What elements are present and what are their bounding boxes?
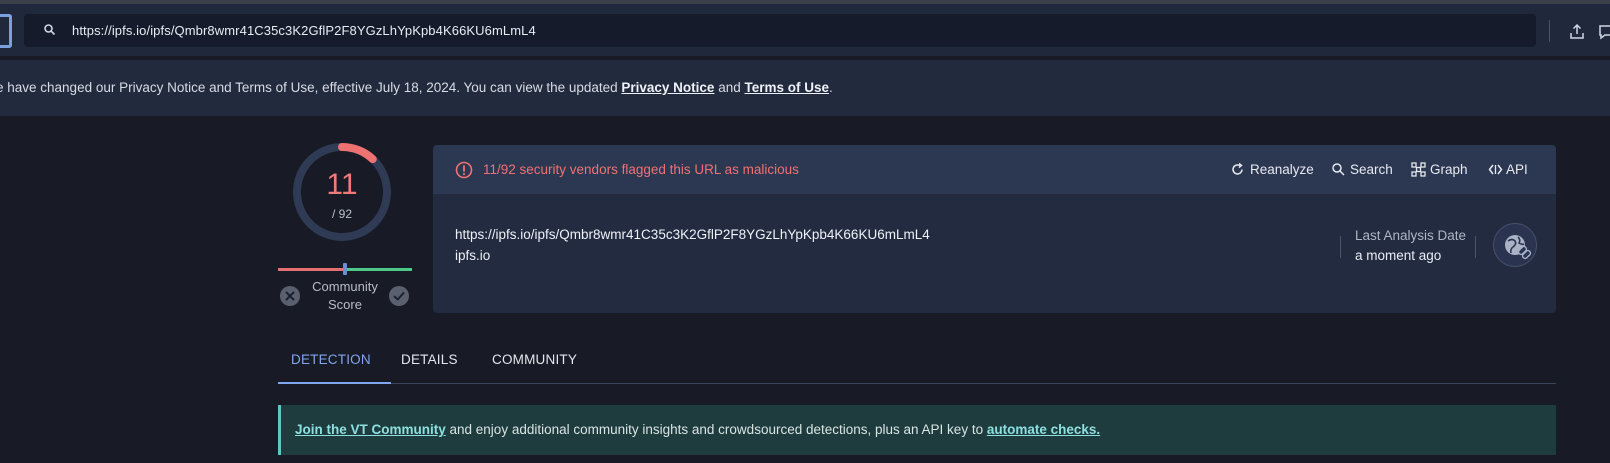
share-icon[interactable] — [1568, 23, 1586, 41]
chat-icon[interactable] — [1598, 23, 1610, 41]
card-header: 11/92 security vendors flagged this URL … — [433, 145, 1556, 194]
browser-toolbar: https://ipfs.io/ipfs/Qmbr8wmr41C35c3K2Gf… — [0, 0, 1610, 56]
card-divider — [1475, 236, 1476, 258]
last-analysis-value: a moment ago — [1355, 248, 1442, 263]
api-icon — [1488, 164, 1503, 175]
last-analysis-label: Last Analysis Date — [1355, 228, 1467, 243]
scanned-url: https://ipfs.io/ipfs/Qmbr8wmr41C35c3K2Gf… — [455, 227, 930, 242]
graph-icon — [1411, 162, 1426, 177]
report-tabs: DETECTION DETAILS COMMUNITY — [278, 340, 1556, 384]
address-bar[interactable]: https://ipfs.io/ipfs/Qmbr8wmr41C35c3K2Gf… — [24, 14, 1536, 47]
alert-circle-icon — [455, 161, 473, 179]
toolbar-divider — [1549, 20, 1550, 42]
search-button[interactable]: Search — [1350, 162, 1393, 177]
terms-of-use-link[interactable]: Terms of Use — [744, 80, 829, 95]
community-score-negative — [278, 268, 345, 271]
community-invite-text: Join the VT Community and enjoy addition… — [295, 422, 1100, 437]
vendor-total: / 92 — [331, 207, 352, 221]
privacy-notice-banner: e have changed our Privacy Notice and Te… — [0, 60, 1610, 116]
community-score-label-line2: Score — [328, 297, 362, 312]
api-button[interactable]: API — [1506, 162, 1528, 177]
x-icon — [285, 291, 295, 301]
notice-prefix: e have changed our Privacy Notice and Te… — [0, 80, 622, 95]
community-score-marker — [343, 263, 347, 275]
search-icon — [1332, 163, 1345, 176]
scanned-domain[interactable]: ipfs.io — [455, 248, 490, 263]
globe-link-icon — [1505, 235, 1532, 260]
card-divider — [1340, 236, 1341, 258]
tab-detection[interactable]: DETECTION — [291, 352, 371, 367]
graph-button[interactable]: Graph — [1430, 162, 1468, 177]
community-score-bar — [278, 263, 412, 275]
privacy-notice-text: e have changed our Privacy Notice and Te… — [0, 80, 833, 95]
vote-malicious-button[interactable] — [280, 286, 300, 306]
notice-suffix: . — [829, 80, 833, 95]
community-invite-banner: Join the VT Community and enjoy addition… — [278, 405, 1556, 455]
automate-checks-link[interactable]: automate checks. — [987, 422, 1100, 437]
community-score-label-line1: Community — [312, 279, 378, 294]
url-summary-card: 11/92 security vendors flagged this URL … — [433, 145, 1556, 313]
browser-tab[interactable] — [0, 14, 12, 48]
address-bar-url[interactable]: https://ipfs.io/ipfs/Qmbr8wmr41C35c3K2Gf… — [72, 23, 536, 38]
notice-middle: and — [714, 80, 745, 95]
vote-harmless-button[interactable] — [389, 286, 409, 306]
active-tab-indicator — [278, 382, 391, 384]
tab-community[interactable]: COMMUNITY — [492, 352, 577, 367]
privacy-notice-link[interactable]: Privacy Notice — [621, 80, 714, 95]
url-type-badge — [1493, 223, 1537, 267]
banner-middle: and enjoy additional community insights … — [445, 422, 987, 437]
detection-score-gauge: 11 / 92 — [290, 140, 394, 244]
join-community-link[interactable]: Join the VT Community — [295, 422, 446, 437]
community-score-label: Community Score — [300, 278, 390, 314]
malicious-flag-text: 11/92 security vendors flagged this URL … — [483, 162, 799, 177]
tab-details[interactable]: DETAILS — [401, 352, 458, 367]
reanalyze-button[interactable]: Reanalyze — [1250, 162, 1314, 177]
search-icon — [44, 24, 56, 36]
reanalyze-icon — [1232, 162, 1243, 175]
detection-count: 11 — [326, 168, 358, 201]
community-score-positive — [345, 268, 412, 271]
check-icon — [393, 292, 405, 301]
